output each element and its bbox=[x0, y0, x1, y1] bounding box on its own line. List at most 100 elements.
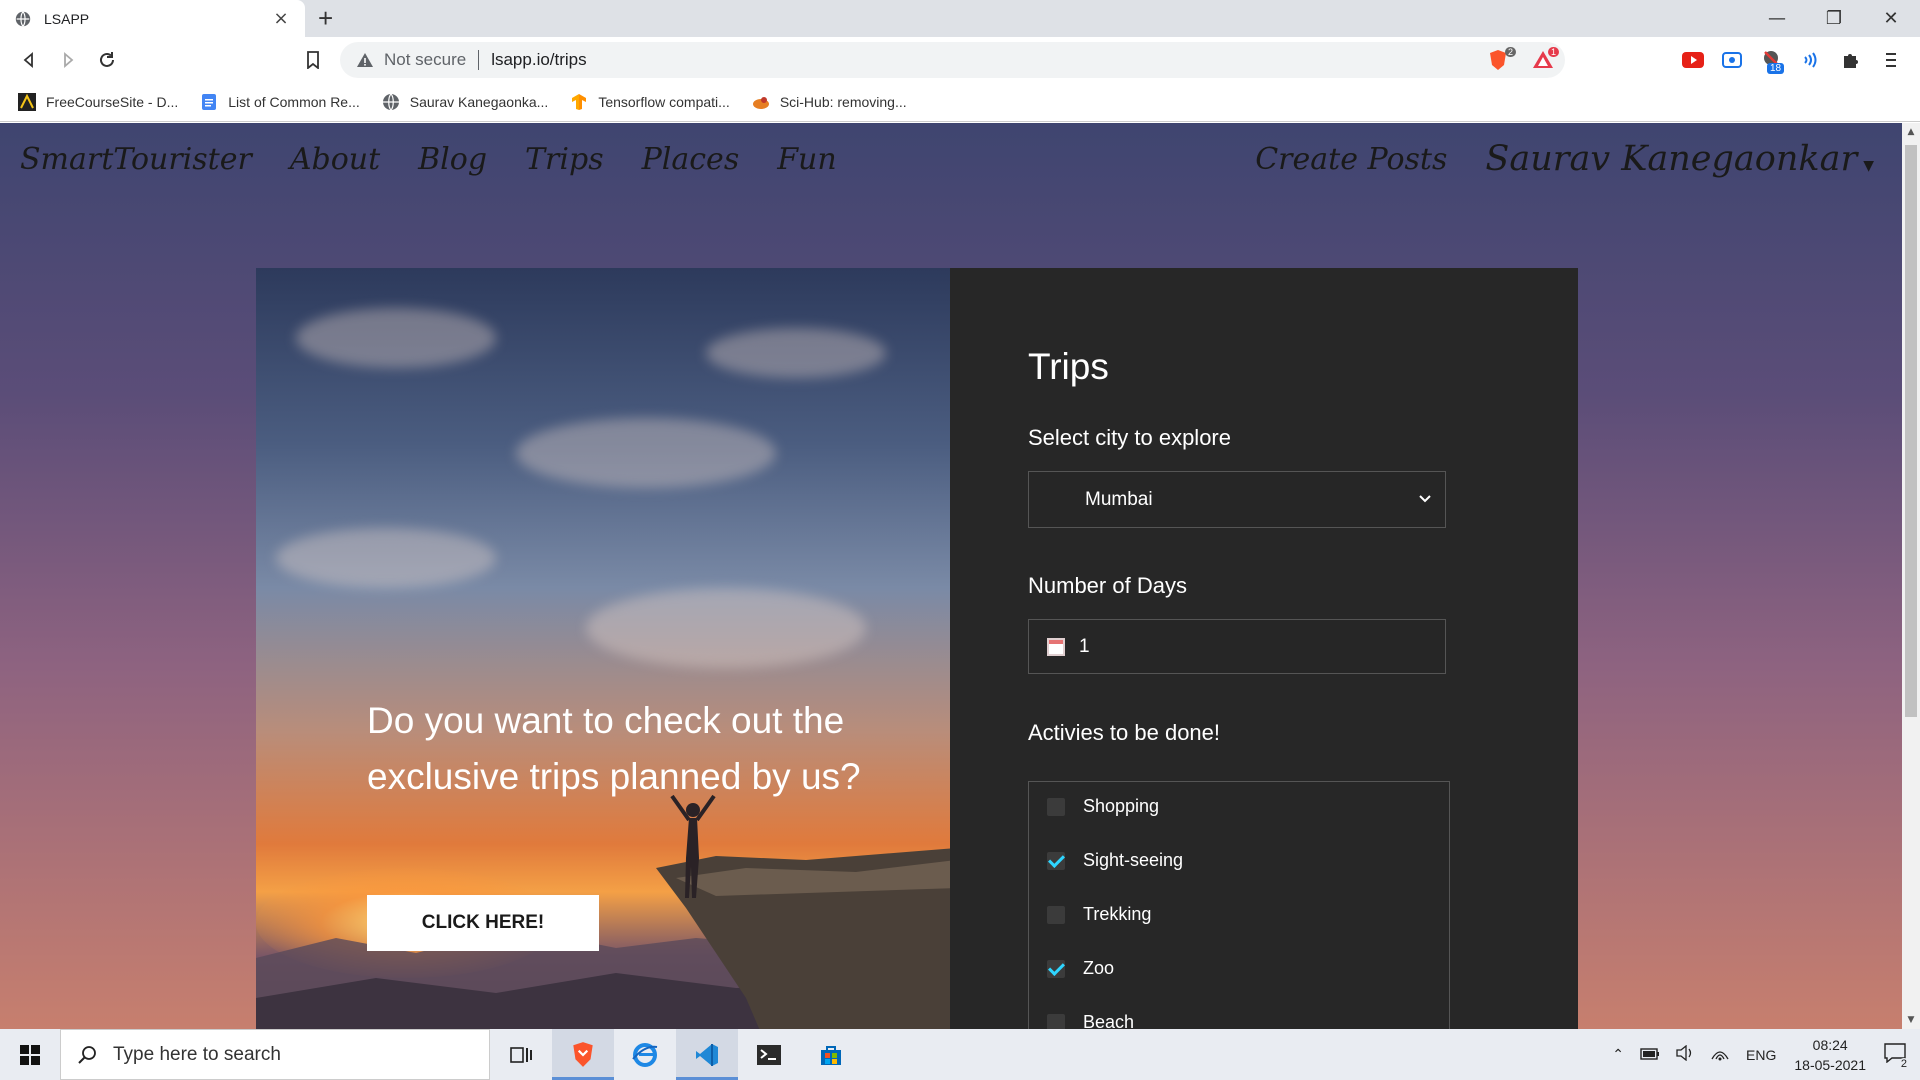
activity-checkbox[interactable] bbox=[1047, 905, 1065, 924]
notifications-icon[interactable]: 2 bbox=[1884, 1043, 1910, 1070]
clock[interactable]: 08:24 18-05-2021 bbox=[1794, 1035, 1866, 1075]
search-icon bbox=[78, 1045, 96, 1064]
create-posts-link[interactable]: Create Posts bbox=[1255, 142, 1447, 177]
clock-time: 08:24 bbox=[1812, 1036, 1848, 1053]
activity-checkbox[interactable] bbox=[1047, 959, 1065, 978]
nav-link-fun[interactable]: Fun bbox=[777, 142, 836, 177]
read-aloud-icon[interactable] bbox=[1798, 47, 1824, 73]
scrollbar-thumb[interactable] bbox=[1905, 145, 1917, 717]
reload-icon[interactable] bbox=[92, 45, 122, 75]
cloud-shape bbox=[516, 418, 776, 488]
nav-link-places[interactable]: Places bbox=[642, 142, 740, 177]
extensions-puzzle-icon[interactable] bbox=[1838, 47, 1864, 73]
search-placeholder: Type here to search bbox=[113, 1043, 281, 1065]
scihub-icon bbox=[752, 96, 769, 109]
taskbar-search[interactable]: Type here to search bbox=[60, 1029, 490, 1080]
bookmark-item[interactable]: Tensorflow compati... bbox=[570, 93, 730, 111]
activities-label: Activies to be done! bbox=[1028, 720, 1221, 745]
microsoft-store-icon[interactable] bbox=[800, 1029, 862, 1080]
not-secure-label: Not secure bbox=[384, 50, 467, 69]
site-navbar: SmartTourister About Blog Trips Places F… bbox=[0, 123, 1902, 195]
page-scrollbar[interactable]: ▲ ▼ bbox=[1902, 123, 1920, 1029]
windows-taskbar: Type here to search ⌃ ENG 08:24 18-05-20… bbox=[0, 1029, 1920, 1080]
activity-checkbox[interactable] bbox=[1047, 1013, 1065, 1029]
days-input-value: 1 bbox=[1079, 635, 1090, 657]
internet-explorer-icon[interactable] bbox=[614, 1029, 676, 1080]
bookmark-item[interactable]: FreeCourseSite - D... bbox=[18, 92, 179, 111]
warning-icon bbox=[357, 53, 373, 67]
calendar-icon bbox=[1047, 637, 1065, 656]
battery-icon[interactable] bbox=[1640, 1047, 1660, 1063]
bookmark-item[interactable]: Sci-Hub: removing... bbox=[752, 93, 907, 111]
activity-label: Zoo bbox=[1083, 958, 1115, 978]
bookmark-item[interactable]: List of Common Re... bbox=[200, 93, 360, 111]
bookmark-icon[interactable] bbox=[298, 45, 328, 75]
activity-zoo[interactable]: Zoo bbox=[1047, 958, 1114, 979]
city-select-label: Select city to explore bbox=[1028, 425, 1231, 450]
scroll-up-icon[interactable]: ▲ bbox=[1902, 123, 1920, 141]
extension-badge: 18 bbox=[1767, 63, 1785, 74]
browser-tab[interactable]: LSAPP × bbox=[0, 0, 305, 37]
nav-link-trips[interactable]: Trips bbox=[525, 142, 604, 177]
web-page: SmartTourister About Blog Trips Places F… bbox=[0, 123, 1902, 1029]
address-bar[interactable]: Not secure lsapp.io/trips bbox=[340, 42, 1565, 78]
navbar-right: Create Posts Saurav Kanegaonkar ▼ bbox=[1255, 123, 1874, 195]
caret-down-icon: ▼ bbox=[1863, 158, 1874, 174]
task-view-icon[interactable] bbox=[490, 1029, 552, 1080]
rewards-badge: 1 bbox=[1548, 47, 1560, 57]
tab-close-icon[interactable]: × bbox=[271, 8, 291, 29]
activities-list: Shopping Sight-seeing Trekking Zoo Beach bbox=[1028, 781, 1450, 1029]
bookmark-item[interactable]: Saurav Kanegaonka... bbox=[382, 93, 549, 111]
site-brand[interactable]: SmartTourister bbox=[20, 142, 252, 177]
nav-link-about[interactable]: About bbox=[290, 142, 380, 177]
cloud-shape bbox=[296, 308, 496, 368]
days-input[interactable]: 1 bbox=[1028, 619, 1446, 674]
scroll-down-icon[interactable]: ▼ bbox=[1902, 1011, 1920, 1029]
screen-capture-icon[interactable] bbox=[1719, 47, 1745, 73]
minimize-icon[interactable]: — bbox=[1748, 0, 1806, 37]
city-select[interactable]: Mumbai bbox=[1028, 471, 1446, 528]
url-text: lsapp.io/trips bbox=[491, 50, 587, 69]
vscode-icon[interactable] bbox=[676, 1029, 738, 1080]
activity-trekking[interactable]: Trekking bbox=[1047, 904, 1151, 925]
wifi-icon[interactable] bbox=[1710, 1045, 1730, 1064]
activity-sight-seeing[interactable]: Sight-seeing bbox=[1047, 850, 1183, 871]
bookmark-label: Saurav Kanegaonka... bbox=[409, 93, 549, 110]
docs-icon bbox=[202, 93, 217, 110]
person-silhouette bbox=[670, 794, 716, 898]
youtube-icon[interactable] bbox=[1680, 47, 1706, 73]
bookmark-label: FreeCourseSite - D... bbox=[46, 93, 179, 110]
user-menu[interactable]: Saurav Kanegaonkar ▼ bbox=[1485, 139, 1874, 179]
activity-label: Shopping bbox=[1083, 796, 1160, 816]
form-title: Trips bbox=[1028, 346, 1109, 387]
activity-beach[interactable]: Beach bbox=[1047, 1012, 1134, 1029]
activity-checkbox[interactable] bbox=[1047, 851, 1065, 870]
days-label: Number of Days bbox=[1028, 573, 1187, 598]
back-icon[interactable] bbox=[14, 45, 44, 75]
forward-icon[interactable] bbox=[53, 45, 83, 75]
hero-image: Do you want to check out the exclusive t… bbox=[256, 268, 950, 1029]
brave-badge: 2 bbox=[1505, 47, 1517, 57]
hero-headline: Do you want to check out the exclusive t… bbox=[367, 700, 861, 797]
volume-icon[interactable] bbox=[1676, 1044, 1694, 1064]
chevron-up-icon[interactable]: ⌃ bbox=[1612, 1046, 1624, 1063]
bookmarks-bar: FreeCourseSite - D... List of Common Re.… bbox=[0, 82, 1920, 122]
window-close-icon[interactable]: ✕ bbox=[1862, 0, 1920, 37]
click-here-button[interactable]: CLICK HERE! bbox=[367, 895, 599, 951]
chevron-down-icon bbox=[1419, 495, 1431, 503]
freecoursesite-icon bbox=[18, 92, 36, 111]
activity-shopping[interactable]: Shopping bbox=[1047, 796, 1159, 817]
windows-start-icon[interactable] bbox=[0, 1029, 60, 1080]
activity-checkbox[interactable] bbox=[1047, 797, 1065, 816]
brave-browser-icon[interactable] bbox=[552, 1029, 614, 1080]
nav-link-blog[interactable]: Blog bbox=[418, 142, 487, 177]
restore-icon[interactable]: ❐ bbox=[1805, 0, 1863, 37]
terminal-icon[interactable] bbox=[738, 1029, 800, 1080]
menu-icon[interactable] bbox=[1878, 47, 1904, 73]
new-tab-button[interactable]: + bbox=[318, 3, 333, 34]
globe-icon bbox=[15, 10, 31, 27]
language-indicator[interactable]: ENG bbox=[1746, 1047, 1776, 1063]
address-separator bbox=[478, 50, 480, 70]
city-select-value: Mumbai bbox=[1085, 488, 1153, 510]
tab-bar: LSAPP × + — ❐ ✕ bbox=[0, 0, 1920, 37]
